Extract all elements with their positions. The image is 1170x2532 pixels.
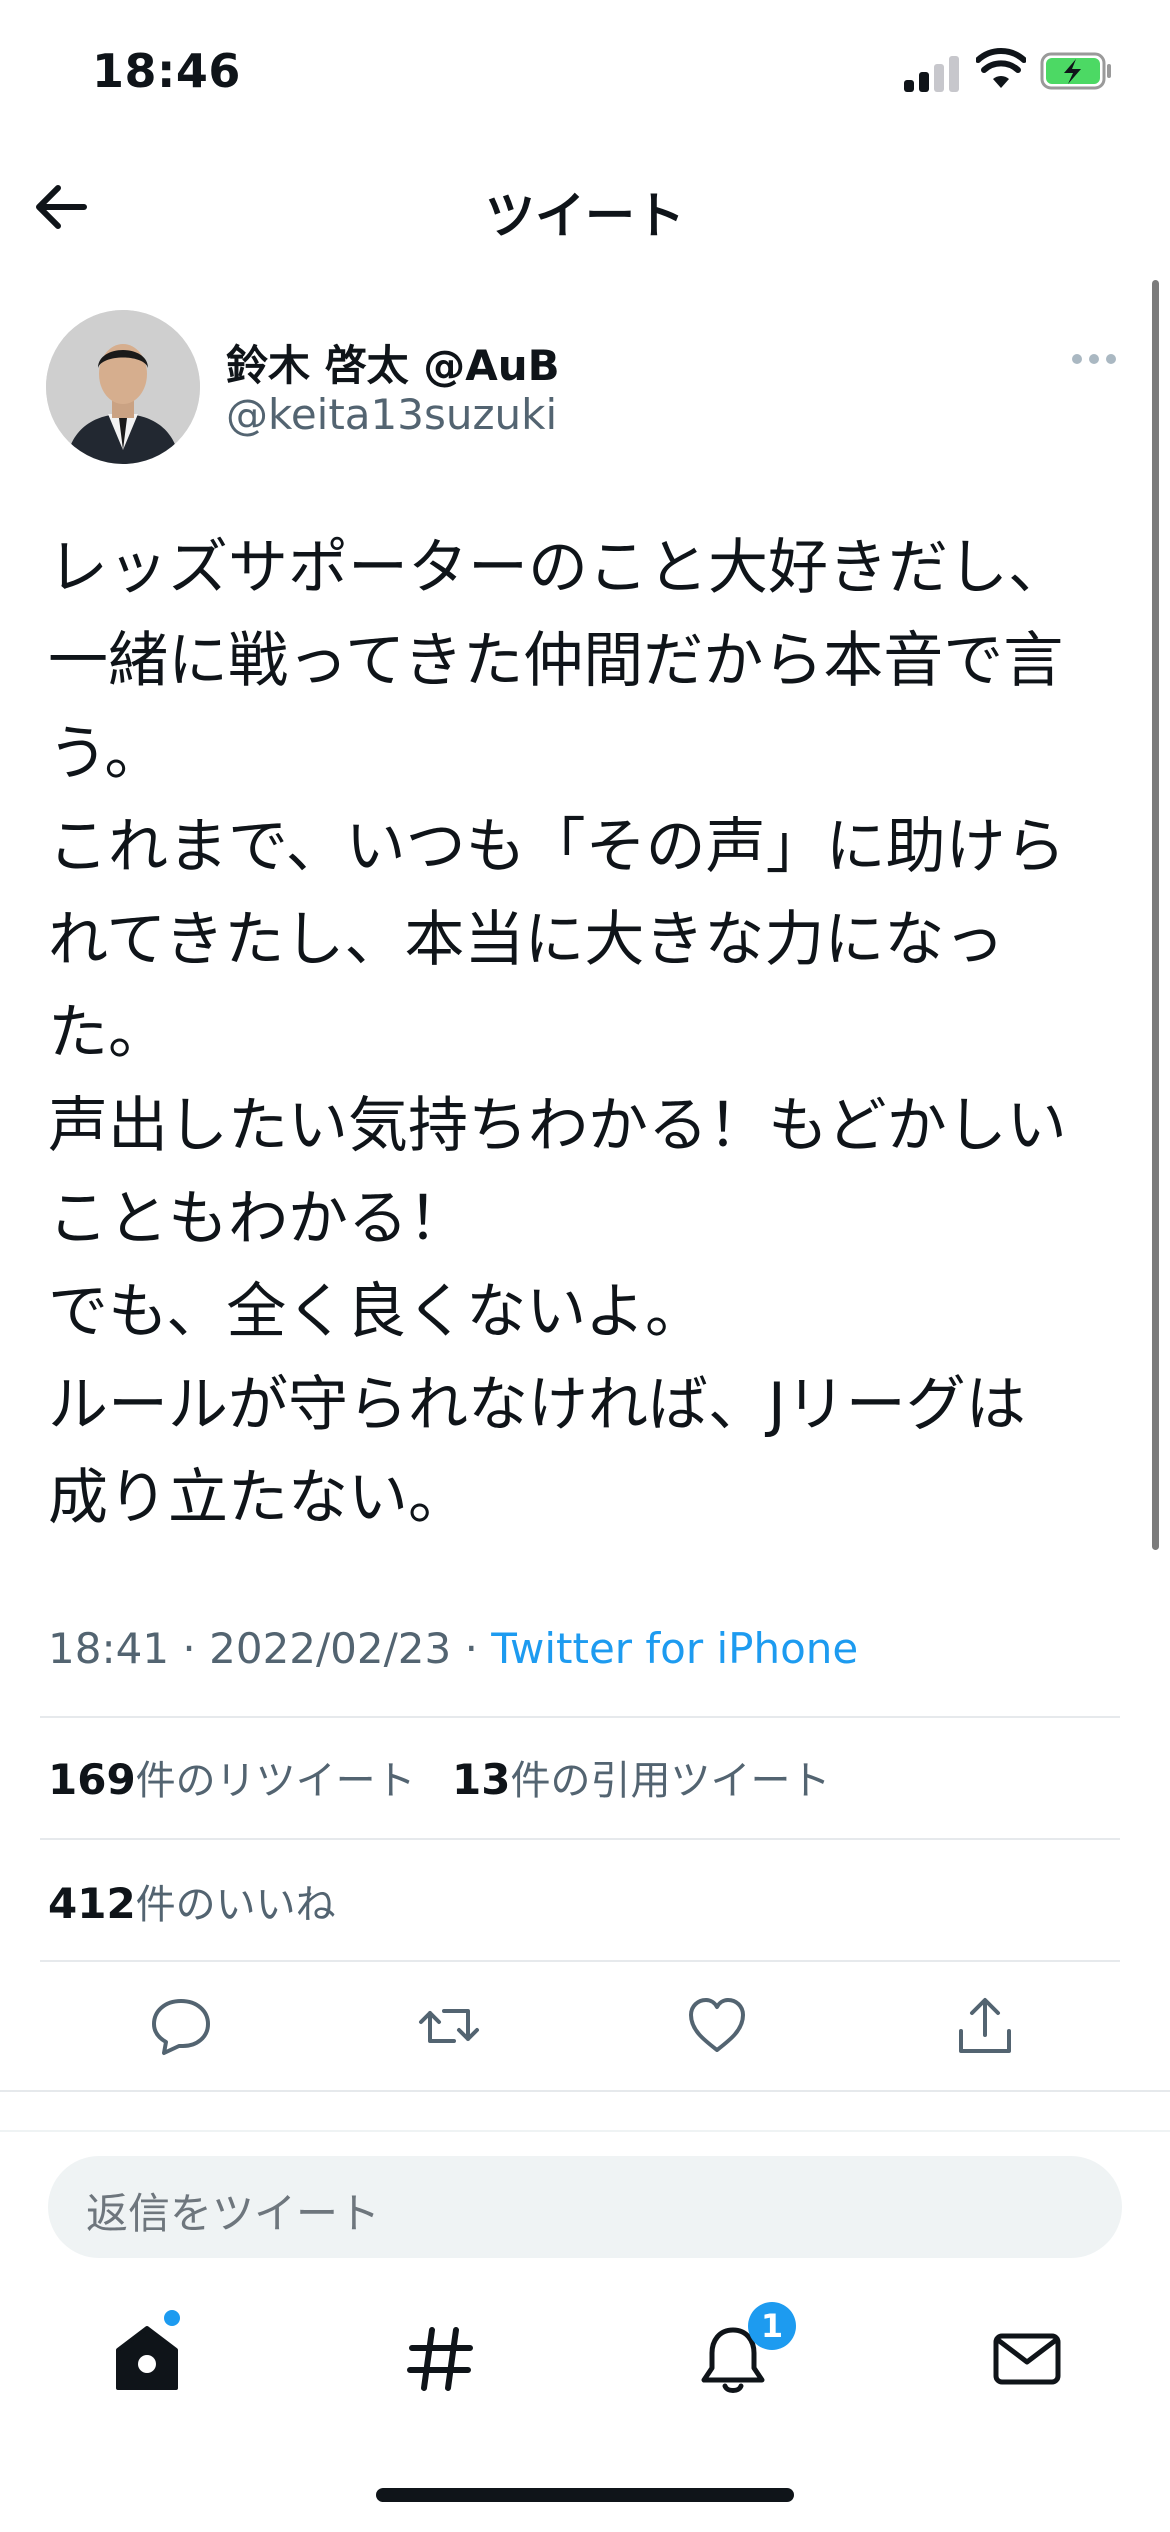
tweet-line: た。 — [48, 998, 168, 1068]
tweet-line: う。 — [48, 719, 165, 789]
tweet-line: 成り立たない。 — [48, 1463, 468, 1533]
retweets-label: 件のリツイート — [135, 1758, 416, 1804]
tweet-line: ルールが守られなければ、Jリーグは — [48, 1370, 1026, 1440]
more-options-icon[interactable] — [1070, 340, 1118, 380]
status-time: 18:46 — [92, 44, 241, 98]
divider — [0, 2090, 1170, 2092]
avatar-photo — [46, 310, 200, 464]
meta-separator: · — [182, 1624, 196, 1673]
home-icon[interactable] — [110, 2322, 184, 2396]
tweet-timestamp: 18:41 · 2022/02/23 · Twitter for iPhone — [48, 1624, 858, 1673]
retweet-icon[interactable] — [418, 1995, 480, 2057]
retweets-count: 169 — [48, 1755, 136, 1804]
wifi-icon — [976, 48, 1026, 88]
home-indicator[interactable] — [376, 2488, 794, 2502]
notifications-badge: 1 — [748, 2302, 796, 2350]
likes-stat[interactable]: 412件のいいね — [48, 1872, 336, 1930]
tweet-line: これまで、いつも「その声」に助けら — [48, 812, 1066, 882]
messages-icon[interactable] — [990, 2322, 1064, 2396]
tweet-line: レッズサポーターのこと大好きだし、 — [48, 533, 1068, 603]
tweet-line: れてきたし、本当に大きな力になっ — [48, 905, 1005, 975]
tweet-time: 18:41 — [48, 1624, 170, 1673]
tweet-text: レッズサポーターのこと大好きだし、 一緒に戦ってきた仲間だから本音で言 う。 こ… — [48, 522, 1128, 1545]
tweet-source-link[interactable]: Twitter for iPhone — [491, 1624, 858, 1673]
retweets-stat[interactable]: 169件のリツイート — [48, 1748, 416, 1806]
reply-icon[interactable] — [150, 1995, 212, 2057]
home-new-dot — [164, 2310, 180, 2326]
share-icon[interactable] — [954, 1995, 1016, 2057]
tweet-date: 2022/02/23 — [209, 1624, 452, 1673]
likes-count: 412 — [48, 1879, 136, 1928]
explore-hashtag-icon[interactable] — [404, 2322, 478, 2396]
like-icon[interactable] — [686, 1995, 748, 2057]
meta-separator: · — [464, 1624, 478, 1673]
reply-placeholder: 返信をツイート — [86, 2189, 381, 2238]
page-title: ツイート — [485, 187, 685, 245]
quotes-stat[interactable]: 13件の引用ツイート — [452, 1748, 830, 1806]
reply-bar-separator — [0, 2130, 1170, 2132]
tweet-line: 声出したい気持ちわかる！もどかしい — [48, 1091, 1067, 1161]
author-avatar[interactable] — [46, 310, 200, 464]
cellular-signal-icon — [904, 52, 960, 92]
quotes-label: 件の引用ツイート — [510, 1758, 831, 1804]
author-handle[interactable]: @keita13suzuki — [226, 390, 557, 439]
divider — [40, 1960, 1120, 1962]
tweet-line: でも、全く良くないよ。 — [48, 1277, 705, 1347]
likes-label: 件のいいね — [135, 1882, 336, 1928]
quotes-count: 13 — [452, 1755, 511, 1804]
battery-charging-icon — [1040, 52, 1111, 90]
tweet-line: 一緒に戦ってきた仲間だから本音で言 — [48, 626, 1064, 696]
divider — [40, 1716, 1120, 1718]
tweet-line: こともわかる！ — [48, 1184, 468, 1254]
author-name[interactable]: 鈴木 啓太 @AuB — [226, 332, 560, 393]
divider — [40, 1838, 1120, 1840]
scrollbar[interactable] — [1152, 280, 1159, 1550]
